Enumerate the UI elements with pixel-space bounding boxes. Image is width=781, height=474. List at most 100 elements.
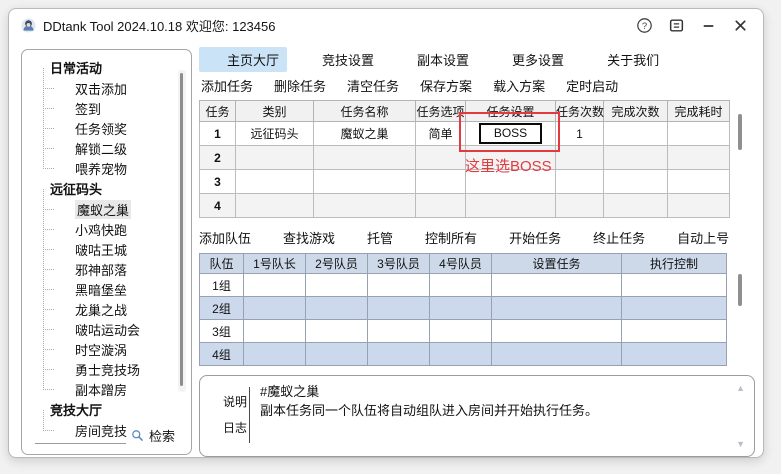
task-cell[interactable] <box>235 145 314 170</box>
task-cell[interactable] <box>555 193 604 218</box>
tab-item[interactable]: 竞技设置 <box>294 47 382 72</box>
team-cell[interactable] <box>429 342 492 366</box>
boss-select[interactable]: BOSS <box>478 123 543 144</box>
sidebar-item[interactable]: 解锁二级 <box>40 128 189 158</box>
toolbar-button[interactable]: 查找游戏 <box>264 228 335 247</box>
task-cell[interactable]: 1 <box>199 121 236 146</box>
sidebar-item[interactable]: 任务领奖 <box>40 108 189 138</box>
task-cell[interactable] <box>603 121 668 146</box>
task-cell[interactable]: 4 <box>199 193 236 218</box>
sidebar-item[interactable]: 双击添加 <box>40 68 189 98</box>
team-cell[interactable] <box>621 342 727 366</box>
sidebar-item[interactable]: 签到 <box>40 88 189 118</box>
sidebar-item[interactable]: 副本蹭房 <box>40 369 189 399</box>
toolbar-button[interactable]: 自动上号 <box>658 228 729 247</box>
menu-item[interactable]: 清空任务 <box>347 76 399 95</box>
task-cell[interactable]: 3 <box>199 169 236 194</box>
sidebar-item[interactable]: 勇士竞技场 <box>40 349 189 379</box>
team-cell[interactable]: 2组 <box>199 296 244 320</box>
team-cell[interactable]: 3组 <box>199 319 244 343</box>
task-cell[interactable]: 1 <box>555 121 604 146</box>
team-table-scrollbar[interactable] <box>738 274 742 306</box>
team-cell[interactable] <box>367 273 430 297</box>
team-cell[interactable] <box>621 296 727 320</box>
team-cell[interactable] <box>491 319 622 343</box>
sidebar-group[interactable]: 远征码头 <box>31 178 189 199</box>
task-cell[interactable] <box>313 193 416 218</box>
minimize-button[interactable] <box>700 17 717 34</box>
sidebar-item[interactable]: 黑暗堡垒 <box>40 269 189 299</box>
task-cell[interactable]: BOSS <box>465 121 556 146</box>
task-cell[interactable] <box>667 121 730 146</box>
team-cell[interactable]: 4组 <box>199 342 244 366</box>
team-cell[interactable] <box>367 342 430 366</box>
task-cell[interactable] <box>667 169 730 194</box>
team-cell[interactable] <box>305 342 368 366</box>
team-cell[interactable] <box>367 319 430 343</box>
task-cell[interactable] <box>313 145 416 170</box>
task-cell[interactable]: 2 <box>199 145 236 170</box>
task-cell[interactable] <box>235 193 314 218</box>
menu-item[interactable]: 添加任务 <box>201 76 253 95</box>
panel-tab[interactable]: 说明 <box>207 393 247 410</box>
task-cell[interactable] <box>465 193 556 218</box>
team-cell[interactable] <box>305 296 368 320</box>
sidebar-item[interactable]: 魔蚁之巢 <box>40 189 189 219</box>
task-cell[interactable] <box>555 169 604 194</box>
menu-item[interactable]: 载入方案 <box>493 76 545 95</box>
tab-active[interactable]: 主页大厅 <box>199 47 288 72</box>
task-cell[interactable] <box>667 193 730 218</box>
task-cell[interactable] <box>313 169 416 194</box>
toolbar-button[interactable]: 开始任务 <box>490 228 561 247</box>
close-button[interactable] <box>732 17 749 34</box>
team-cell[interactable] <box>243 342 306 366</box>
team-cell[interactable] <box>621 273 727 297</box>
help-button[interactable]: ? <box>636 17 653 34</box>
sidebar-scrollbar[interactable] <box>178 70 186 392</box>
team-cell[interactable]: 1组 <box>199 273 244 297</box>
team-cell[interactable] <box>429 319 492 343</box>
team-cell[interactable] <box>243 273 306 297</box>
team-cell[interactable] <box>305 319 368 343</box>
team-cell[interactable] <box>491 296 622 320</box>
task-cell[interactable] <box>415 193 466 218</box>
tab-item[interactable]: 副本设置 <box>389 47 477 72</box>
tab-item[interactable]: 更多设置 <box>484 47 572 72</box>
task-cell[interactable] <box>667 145 730 170</box>
menu-item[interactable]: 定时启动 <box>566 76 618 95</box>
team-cell[interactable] <box>243 296 306 320</box>
task-cell[interactable] <box>555 145 604 170</box>
panel-tab[interactable]: 日志 <box>207 419 247 436</box>
task-cell[interactable]: 远征码头 <box>235 121 314 146</box>
task-cell[interactable]: 简单 <box>415 121 466 146</box>
team-cell[interactable] <box>429 296 492 320</box>
toolbar-button[interactable]: 添加队伍 <box>199 228 251 247</box>
sidebar-item[interactable]: 啵咕王城 <box>40 229 189 259</box>
task-cell[interactable] <box>603 193 668 218</box>
team-cell[interactable] <box>367 296 430 320</box>
sidebar-group[interactable]: 竞技大厅 <box>31 399 189 420</box>
search-input[interactable] <box>35 427 126 444</box>
tab-item[interactable]: 关于我们 <box>579 47 667 72</box>
sidebar-group[interactable]: 日常活动 <box>31 57 189 78</box>
toolbar-button[interactable]: 托管 <box>348 228 393 247</box>
team-cell[interactable] <box>491 342 622 366</box>
search-label[interactable]: 检索 <box>149 426 175 445</box>
task-table-scrollbar[interactable] <box>738 114 742 150</box>
team-cell[interactable] <box>491 273 622 297</box>
menu-item[interactable]: 保存方案 <box>420 76 472 95</box>
scroll-down-icon[interactable]: ▼ <box>736 439 745 449</box>
task-cell[interactable]: 魔蚁之巢 <box>313 121 416 146</box>
sidebar-item[interactable]: 龙巢之战 <box>40 289 189 319</box>
toolbar-button[interactable]: 终止任务 <box>574 228 645 247</box>
team-cell[interactable] <box>621 319 727 343</box>
sidebar-item[interactable]: 啵咕运动会 <box>40 309 189 339</box>
task-cell[interactable] <box>603 145 668 170</box>
task-cell[interactable] <box>415 169 466 194</box>
menu-button[interactable] <box>668 17 685 34</box>
task-cell[interactable] <box>603 169 668 194</box>
sidebar-item[interactable]: 喂养宠物 <box>40 148 189 178</box>
team-cell[interactable] <box>429 273 492 297</box>
task-cell[interactable] <box>235 169 314 194</box>
task-cell[interactable] <box>415 145 466 170</box>
